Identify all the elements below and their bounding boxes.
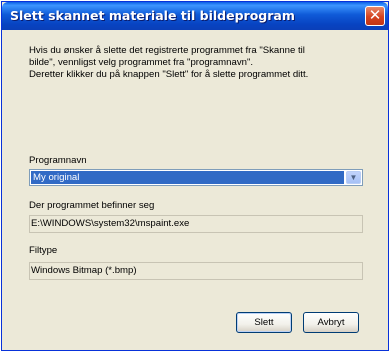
program-location-label: Der programmet befinner seg [29,200,155,211]
description-line-1: Hvis du ønsker å slette det registrerte … [29,45,305,56]
program-location-field: E:\WINDOWS\system32\mspaint.exe [29,215,363,233]
close-button[interactable]: ✕ [365,6,385,26]
file-type-label: Filtype [29,245,58,256]
program-name-label: Programnavn [29,155,87,166]
file-type-field: Windows Bitmap (*.bmp) [29,262,363,280]
close-icon: ✕ [368,6,382,24]
title-bar[interactable]: Slett skannet materiale til bildeprogram… [2,2,388,30]
description-line-3: Deretter klikker du på knappen "Slett" f… [29,69,309,80]
cancel-button[interactable]: Avbryt [303,312,359,333]
description-line-2: bilde", vennligst velg programmet fra "p… [29,57,254,68]
program-name-selected: My original [31,171,344,184]
dialog-window: Slett skannet materiale til bildeprogram… [1,1,389,351]
description-text: Hvis du ønsker å slette det registrerte … [29,45,369,81]
delete-button[interactable]: Slett [236,312,292,333]
dialog-title: Slett skannet materiale til bildeprogram [10,8,295,23]
chevron-down-icon[interactable]: ▼ [346,171,361,184]
program-name-dropdown[interactable]: My original ▼ [29,169,363,186]
dialog-content: Hvis du ønsker å slette det registrerte … [2,30,388,350]
